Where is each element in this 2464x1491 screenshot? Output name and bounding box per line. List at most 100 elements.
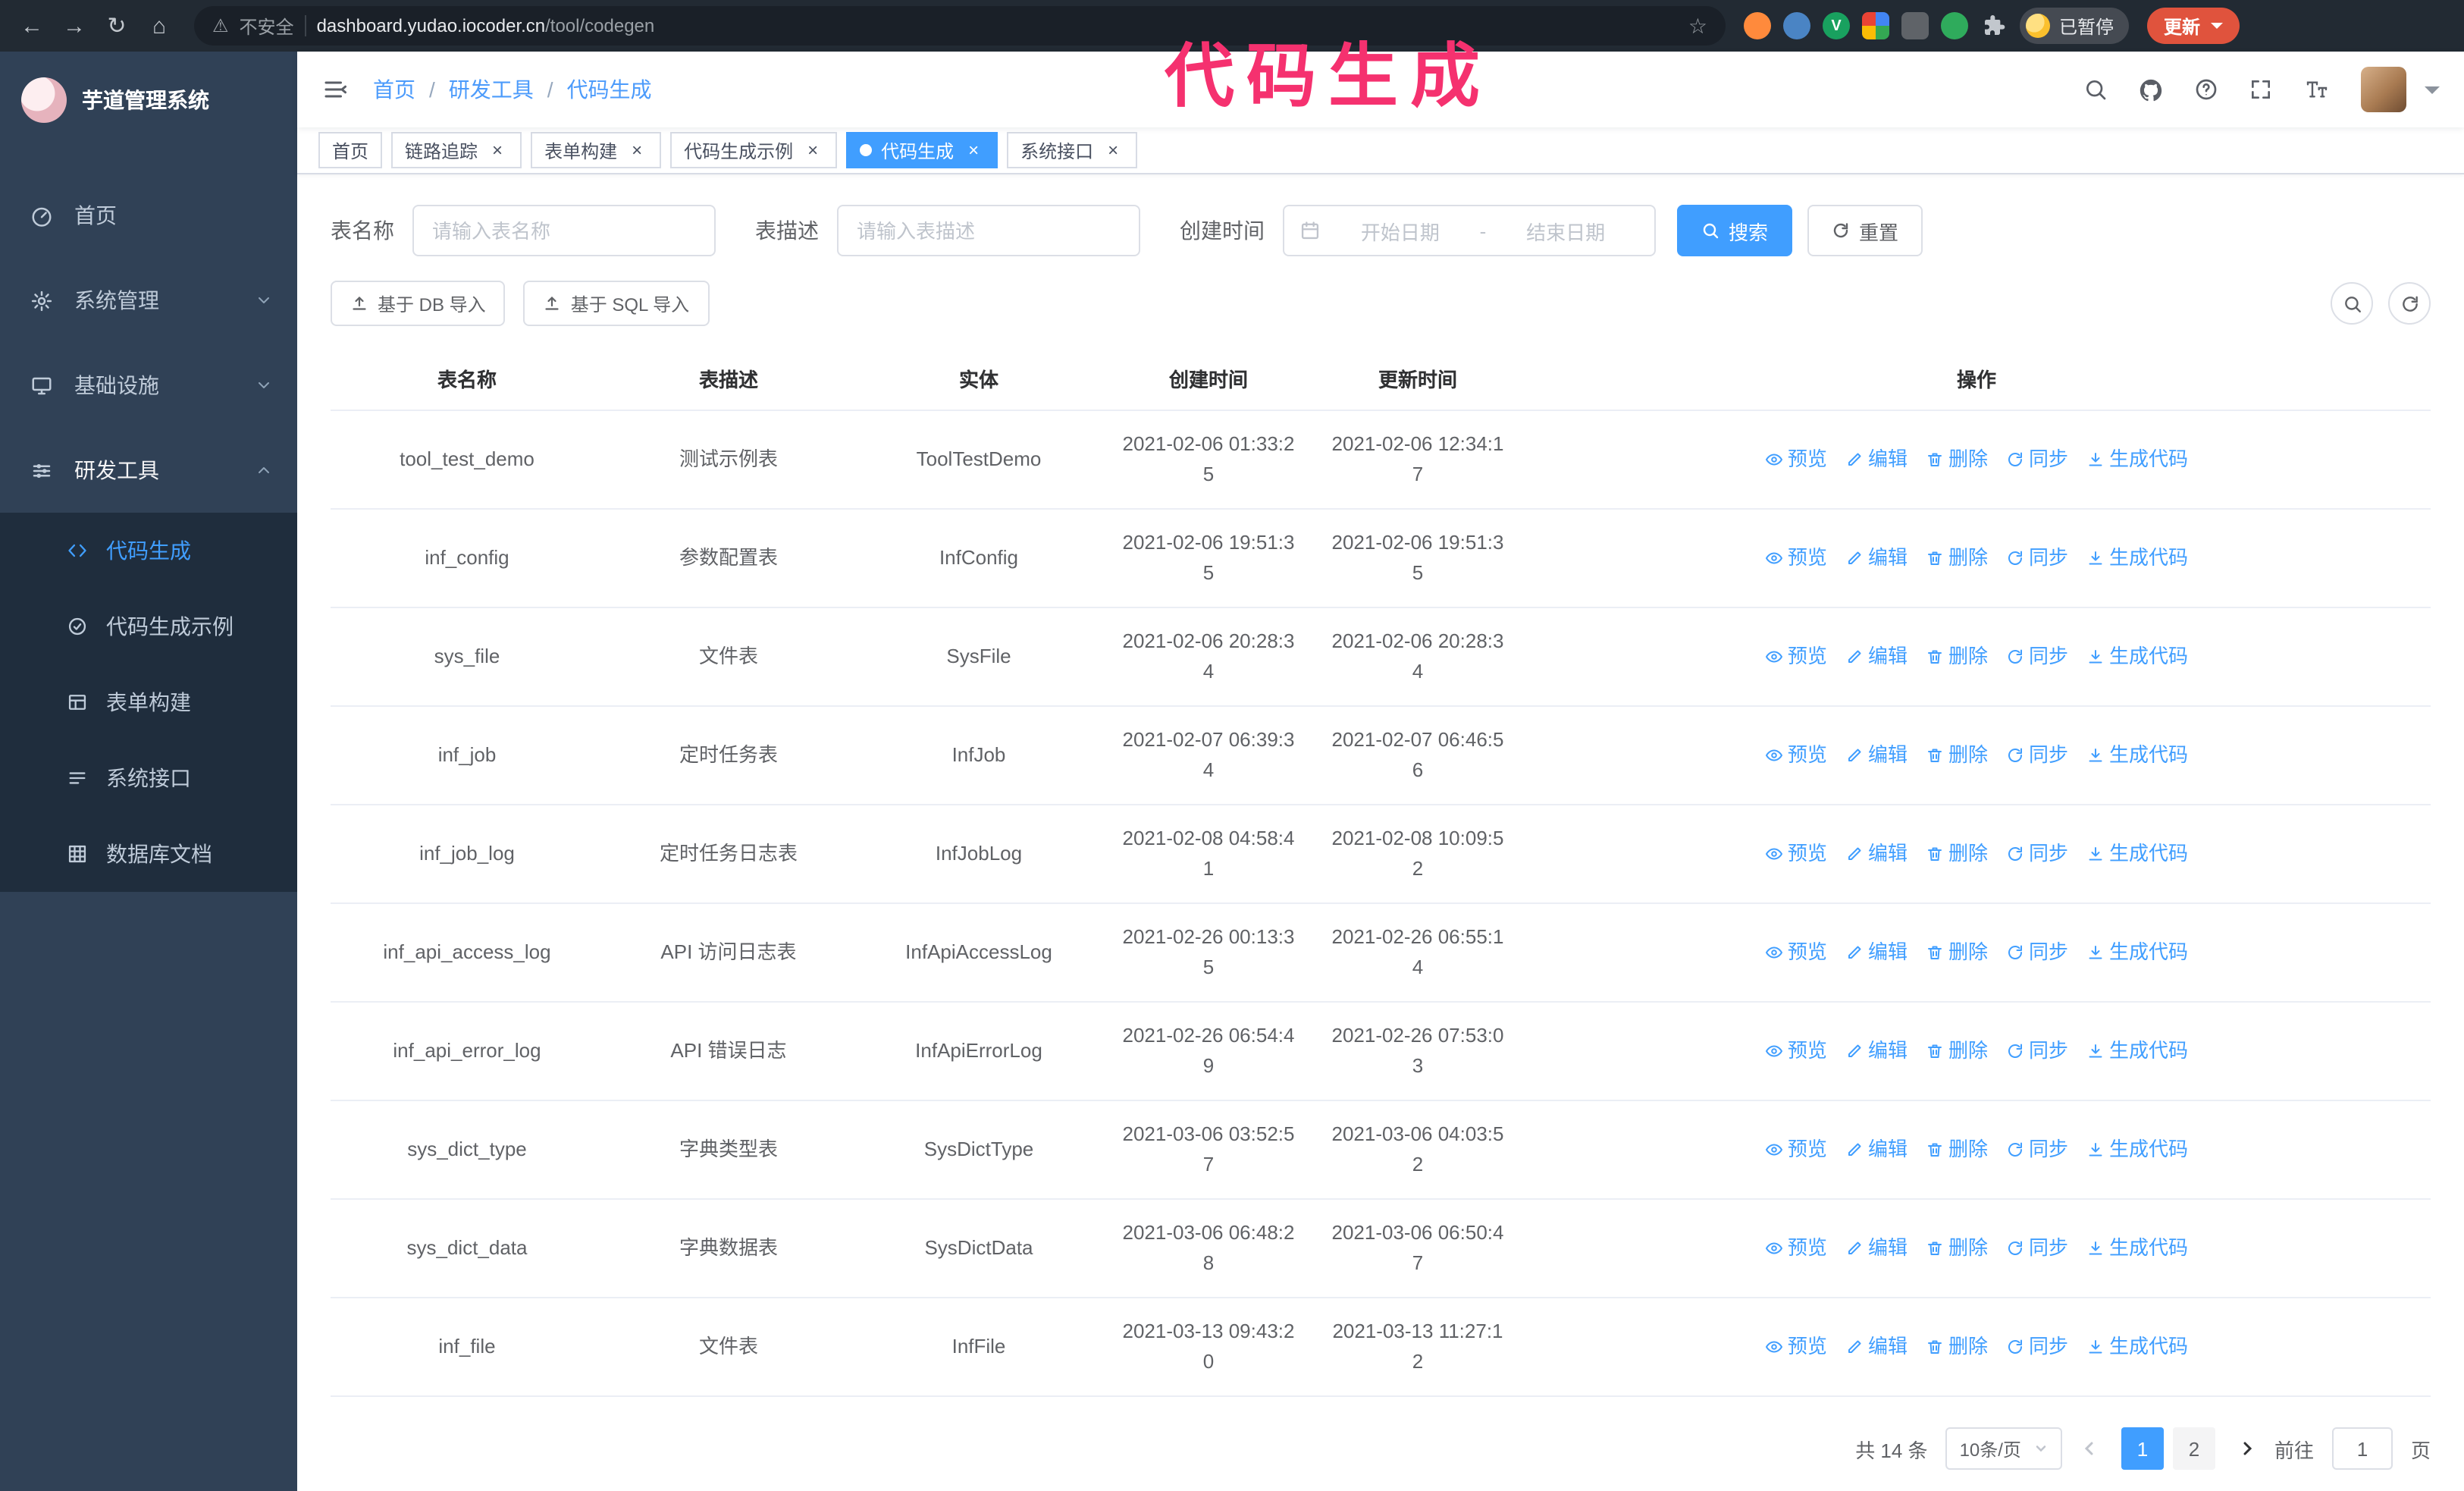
end-date-input[interactable]: 结束日期: [1492, 216, 1639, 245]
paused-badge[interactable]: 已暂停: [2020, 8, 2130, 44]
tab-codegen-example[interactable]: 代码生成示例 ×: [670, 132, 838, 168]
sidebar-item-codegen[interactable]: 代码生成: [0, 513, 297, 589]
sync-link[interactable]: 同步: [2006, 937, 2068, 968]
next-page-button[interactable]: [2238, 1439, 2256, 1458]
sidebar-item-home[interactable]: 首页: [0, 173, 297, 258]
preview-link[interactable]: 预览: [1765, 839, 1827, 869]
page-size-select[interactable]: 10条/页: [1945, 1427, 2062, 1470]
extension-icon-grid[interactable]: [1862, 12, 1889, 39]
security-label[interactable]: 不安全: [240, 13, 294, 39]
edit-link[interactable]: 编辑: [1845, 1036, 1908, 1066]
edit-link[interactable]: 编辑: [1845, 937, 1908, 968]
delete-link[interactable]: 删除: [1926, 839, 1988, 869]
sync-link[interactable]: 同步: [2006, 1233, 2068, 1263]
fullscreen-icon[interactable]: [2249, 77, 2273, 102]
update-button[interactable]: 更新: [2147, 8, 2240, 44]
address-bar[interactable]: ⚠ 不安全 dashboard.yudao.iocoder.cn/tool/co…: [194, 6, 1726, 46]
preview-link[interactable]: 预览: [1765, 1233, 1827, 1263]
close-icon[interactable]: ×: [1102, 140, 1124, 161]
sidebar-item-infra[interactable]: 基础设施: [0, 343, 297, 428]
sidebar-item-system[interactable]: 系统管理: [0, 258, 297, 343]
generate-code-link[interactable]: 生成代码: [2086, 1233, 2188, 1263]
generate-code-link[interactable]: 生成代码: [2086, 1135, 2188, 1165]
preview-link[interactable]: 预览: [1765, 444, 1827, 475]
extension-icon-blue[interactable]: [1783, 12, 1810, 39]
close-icon[interactable]: ×: [487, 140, 508, 161]
goto-page-input[interactable]: [2331, 1427, 2393, 1470]
github-icon[interactable]: [2138, 77, 2164, 102]
search-icon[interactable]: [2083, 77, 2108, 102]
close-icon[interactable]: ×: [963, 140, 984, 161]
preview-link[interactable]: 预览: [1765, 1332, 1827, 1362]
create-time-range[interactable]: 开始日期 - 结束日期: [1283, 205, 1656, 256]
delete-link[interactable]: 删除: [1926, 740, 1988, 771]
extension-icon-leaf[interactable]: [1941, 12, 1968, 39]
delete-link[interactable]: 删除: [1926, 937, 1988, 968]
edit-link[interactable]: 编辑: [1845, 839, 1908, 869]
sidebar-item-api[interactable]: 系统接口: [0, 740, 297, 816]
forward-icon[interactable]: →: [55, 6, 94, 46]
preview-link[interactable]: 预览: [1765, 1036, 1827, 1066]
delete-link[interactable]: 删除: [1926, 1233, 1988, 1263]
sync-link[interactable]: 同步: [2006, 740, 2068, 771]
avatar[interactable]: [2361, 67, 2406, 112]
app-logo[interactable]: 芋道管理系统: [0, 52, 297, 149]
sync-link[interactable]: 同步: [2006, 839, 2068, 869]
edit-link[interactable]: 编辑: [1845, 543, 1908, 573]
generate-code-link[interactable]: 生成代码: [2086, 740, 2188, 771]
preview-link[interactable]: 预览: [1765, 937, 1827, 968]
generate-code-link[interactable]: 生成代码: [2086, 937, 2188, 968]
delete-link[interactable]: 删除: [1926, 1036, 1988, 1066]
import-sql-button[interactable]: 基于 SQL 导入: [523, 281, 710, 326]
edit-link[interactable]: 编辑: [1845, 740, 1908, 771]
table-name-input[interactable]: [412, 205, 716, 256]
table-desc-input[interactable]: [837, 205, 1140, 256]
hamburger-icon[interactable]: [297, 76, 373, 103]
generate-code-link[interactable]: 生成代码: [2086, 839, 2188, 869]
start-date-input[interactable]: 开始日期: [1327, 216, 1474, 245]
preview-link[interactable]: 预览: [1765, 740, 1827, 771]
sync-link[interactable]: 同步: [2006, 1036, 2068, 1066]
close-icon[interactable]: ×: [626, 140, 647, 161]
preview-link[interactable]: 预览: [1765, 642, 1827, 672]
search-button[interactable]: 搜索: [1677, 205, 1793, 256]
home-icon[interactable]: ⌂: [140, 6, 179, 46]
bookmark-star-icon[interactable]: ☆: [1688, 13, 1707, 39]
puzzle-icon[interactable]: [1980, 12, 2008, 39]
generate-code-link[interactable]: 生成代码: [2086, 642, 2188, 672]
toggle-search-button[interactable]: [2331, 282, 2373, 325]
preview-link[interactable]: 预览: [1765, 1135, 1827, 1165]
sync-link[interactable]: 同步: [2006, 642, 2068, 672]
tab-api[interactable]: 系统接口 ×: [1007, 132, 1138, 168]
extension-icon-orange[interactable]: [1744, 12, 1771, 39]
breadcrumb-item[interactable]: 首页: [373, 74, 415, 105]
tab-home[interactable]: 首页: [318, 132, 383, 168]
sync-link[interactable]: 同步: [2006, 1332, 2068, 1362]
edit-link[interactable]: 编辑: [1845, 444, 1908, 475]
font-size-icon[interactable]: [2303, 77, 2331, 102]
sidebar-item-db-doc[interactable]: 数据库文档: [0, 816, 297, 892]
delete-link[interactable]: 删除: [1926, 1332, 1988, 1362]
close-icon[interactable]: ×: [802, 140, 823, 161]
delete-link[interactable]: 删除: [1926, 1135, 1988, 1165]
generate-code-link[interactable]: 生成代码: [2086, 1332, 2188, 1362]
sidebar-item-codegen-example[interactable]: 代码生成示例: [0, 589, 297, 664]
tab-form-builder[interactable]: 表单构建 ×: [531, 132, 662, 168]
breadcrumb-item[interactable]: 研发工具: [449, 74, 534, 105]
reset-button[interactable]: 重置: [1807, 205, 1923, 256]
import-db-button[interactable]: 基于 DB 导入: [331, 281, 506, 326]
extension-icon-gray[interactable]: [1901, 12, 1929, 39]
edit-link[interactable]: 编辑: [1845, 1135, 1908, 1165]
prev-page-button[interactable]: [2080, 1439, 2099, 1458]
generate-code-link[interactable]: 生成代码: [2086, 1036, 2188, 1066]
extension-icon-green-v[interactable]: V: [1823, 12, 1850, 39]
page-2[interactable]: 2: [2172, 1427, 2215, 1470]
reload-icon[interactable]: ↻: [97, 6, 136, 46]
edit-link[interactable]: 编辑: [1845, 642, 1908, 672]
delete-link[interactable]: 删除: [1926, 642, 1988, 672]
sidebar-item-form-builder[interactable]: 表单构建: [0, 664, 297, 740]
sync-link[interactable]: 同步: [2006, 444, 2068, 475]
edit-link[interactable]: 编辑: [1845, 1233, 1908, 1263]
generate-code-link[interactable]: 生成代码: [2086, 543, 2188, 573]
sync-link[interactable]: 同步: [2006, 1135, 2068, 1165]
